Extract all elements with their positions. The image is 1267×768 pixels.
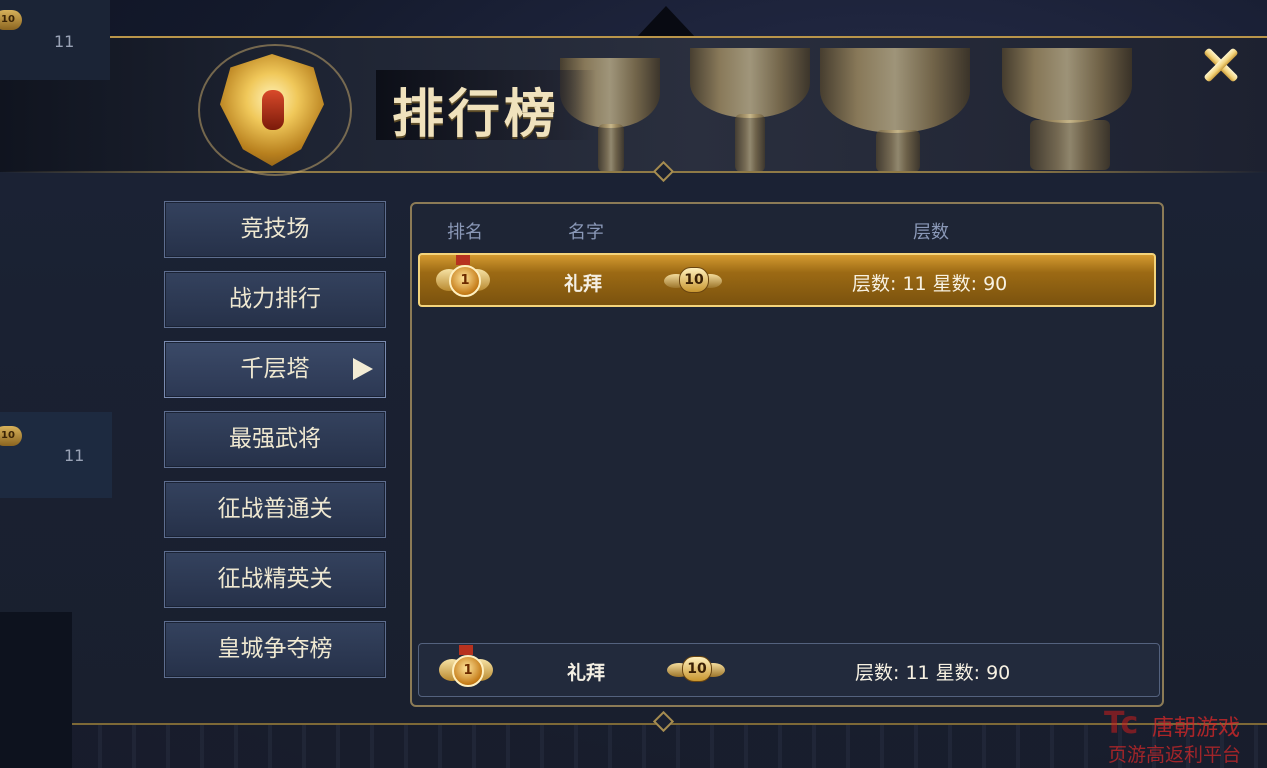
trophy-decoration <box>876 130 920 172</box>
column-header-name: 名字 <box>568 222 604 243</box>
page-title: 排行榜 <box>392 84 561 145</box>
tab-power-ranking[interactable]: 战力排行 <box>164 271 386 328</box>
tab-label: 竞技场 <box>240 216 310 242</box>
tab-thousand-floor-tower[interactable]: 千层塔 <box>164 341 386 398</box>
player-name: 礼拜 <box>564 273 603 295</box>
watermark-title: 唐朝游戏 <box>1152 716 1241 741</box>
background-value: 11 <box>64 446 85 465</box>
header-divider <box>0 171 1267 173</box>
background-dark-block <box>0 612 72 768</box>
floor-star-score: 层数: 11 星数: 90 <box>855 662 1011 684</box>
watermark-subtitle: 页游高返利平台 <box>1108 744 1242 766</box>
table-row[interactable]: 1 礼拜 10 层数: 11 星数: 90 <box>418 253 1156 307</box>
play-arrow-icon <box>353 358 373 380</box>
column-header-floor: 层数 <box>913 222 949 243</box>
level-value: 10 <box>679 267 709 293</box>
trophy-decoration <box>690 48 810 118</box>
close-button[interactable] <box>1196 40 1246 90</box>
tab-label: 皇城争夺榜 <box>217 636 333 662</box>
tab-imperial-city-ranking[interactable]: 皇城争夺榜 <box>164 621 386 678</box>
rank-medal-icon: 1 <box>436 255 490 303</box>
emblem-gem <box>262 90 284 130</box>
rank-number: 1 <box>449 265 481 297</box>
watermark: Tc 唐朝游戏 页游高返利平台 <box>1104 706 1264 766</box>
background-roofs <box>0 718 1267 768</box>
player-name: 礼拜 <box>567 662 606 684</box>
tab-label: 征战精英关 <box>217 566 333 592</box>
winged-level-badge-icon: 10 <box>664 265 722 295</box>
tab-label: 最强武将 <box>229 426 321 452</box>
background-level-badge-icon: 10 <box>0 426 22 446</box>
tab-label: 千层塔 <box>240 356 310 382</box>
rank-number: 1 <box>452 655 484 687</box>
trophy-decoration <box>820 48 970 133</box>
tab-label: 征战普通关 <box>217 496 333 522</box>
tab-arena[interactable]: 竞技场 <box>164 201 386 258</box>
my-rank-row: 1 礼拜 10 层数: 11 星数: 90 <box>418 643 1160 697</box>
winged-level-badge-icon: 10 <box>667 654 725 684</box>
floor-star-score: 层数: 11 星数: 90 <box>852 273 1008 295</box>
trophy-decoration <box>1030 120 1110 170</box>
background-level-badge-icon: 10 <box>0 10 22 30</box>
tab-campaign-elite[interactable]: 征战精英关 <box>164 551 386 608</box>
background-list-row <box>0 412 112 498</box>
background-tip <box>636 6 696 38</box>
column-header-rank: 排名 <box>447 222 483 243</box>
watermark-logo: Tc <box>1104 706 1139 741</box>
tab-strongest-general[interactable]: 最强武将 <box>164 411 386 468</box>
level-value: 10 <box>682 656 712 682</box>
tab-label: 战力排行 <box>229 286 321 312</box>
trophy-decoration <box>1002 48 1132 123</box>
trophy-decoration <box>735 114 765 172</box>
tab-campaign-normal[interactable]: 征战普通关 <box>164 481 386 538</box>
background-value: 11 <box>54 32 75 51</box>
header-banner <box>0 38 1267 172</box>
trophy-decoration <box>598 124 624 172</box>
rank-medal-icon: 1 <box>439 645 493 693</box>
